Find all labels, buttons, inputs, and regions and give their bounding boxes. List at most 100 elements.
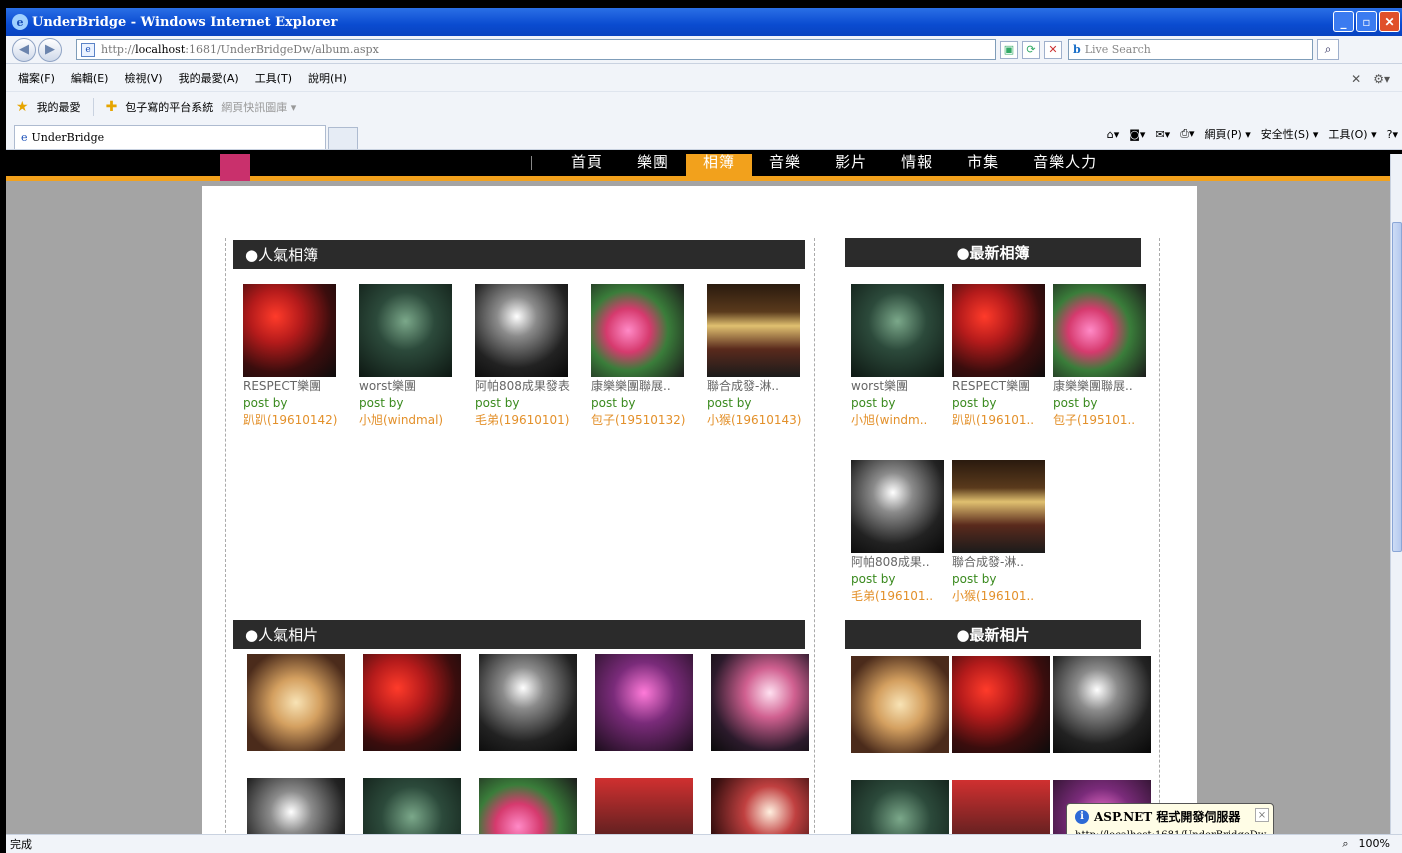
menu-view[interactable]: 檢視(V): [124, 70, 162, 86]
photo-thumbnail[interactable]: [595, 654, 693, 751]
album-author[interactable]: 小旭(windm..: [851, 412, 961, 429]
favorite-link-1[interactable]: 包子寫的平台系統: [125, 99, 213, 115]
favorite-link-2[interactable]: 網頁快訊圖庫 ▾: [221, 99, 296, 115]
photo-thumbnail[interactable]: [363, 778, 461, 834]
add-favorite-icon[interactable]: ✚: [106, 99, 118, 115]
photo-thumbnail[interactable]: [247, 778, 345, 834]
stop-icon[interactable]: ✕: [1044, 40, 1062, 59]
album-name[interactable]: 聯合成發-淋..: [952, 554, 1062, 571]
search-input[interactable]: b Live Search: [1068, 39, 1313, 60]
album-card[interactable]: 康樂樂團聯展.. post by 包子(195101..: [1053, 284, 1163, 429]
photo-thumbnail[interactable]: [479, 654, 577, 751]
site-nav-item[interactable]: 樂團: [620, 154, 686, 178]
album-author[interactable]: 毛弟(196101..: [851, 588, 961, 605]
vertical-scrollbar[interactable]: [1390, 154, 1402, 834]
album-name[interactable]: 康樂樂團聯展..: [591, 378, 701, 395]
album-author[interactable]: 趴趴(19610142): [243, 412, 353, 429]
album-thumbnail[interactable]: [243, 284, 336, 377]
menu-favorites[interactable]: 我的最愛(A): [179, 70, 239, 86]
site-nav-item[interactable]: 情報: [884, 154, 950, 178]
album-card[interactable]: 聯合成發-淋.. post by 小猴(19610143): [707, 284, 817, 429]
album-name[interactable]: RESPECT樂團: [952, 378, 1062, 395]
photo-thumbnail[interactable]: [1053, 656, 1151, 753]
photo-thumbnail[interactable]: [711, 654, 809, 751]
album-thumbnail[interactable]: [359, 284, 452, 377]
album-card[interactable]: 康樂樂團聯展.. post by 包子(19510132): [591, 284, 701, 429]
zoom-level[interactable]: 100%: [1359, 837, 1390, 851]
new-tab-button[interactable]: [328, 127, 358, 149]
favorites-star-icon[interactable]: ★: [16, 99, 29, 115]
site-nav-item[interactable]: 市集: [950, 154, 1016, 178]
photo-thumbnail[interactable]: [363, 654, 461, 751]
photo-thumbnail[interactable]: [479, 778, 577, 834]
page-menu[interactable]: 網頁(P) ▾: [1205, 126, 1251, 142]
album-card[interactable]: RESPECT樂團 post by 趴趴(19610142): [243, 284, 353, 429]
album-thumbnail[interactable]: [851, 284, 944, 377]
album-author[interactable]: 毛弟(19610101): [475, 412, 585, 429]
photo-thumbnail[interactable]: [952, 656, 1050, 753]
album-thumbnail[interactable]: [1053, 284, 1146, 377]
site-nav-item[interactable]: 首頁: [554, 154, 620, 178]
album-thumbnail[interactable]: [707, 284, 800, 377]
album-author[interactable]: 小猴(19610143): [707, 412, 817, 429]
tab-underbridge[interactable]: e UnderBridge: [14, 125, 326, 149]
album-name[interactable]: 康樂樂團聯展..: [1053, 378, 1163, 395]
help-icon[interactable]: ?▾: [1387, 128, 1398, 141]
minimize-button[interactable]: _: [1333, 11, 1354, 32]
maximize-button[interactable]: ▫: [1356, 11, 1377, 32]
menu-edit[interactable]: 編輯(E): [71, 70, 109, 86]
album-thumbnail[interactable]: [952, 460, 1045, 553]
album-name[interactable]: 阿帕808成果..: [851, 554, 961, 571]
close-menubar-icon[interactable]: ✕: [1351, 72, 1361, 86]
album-author[interactable]: 小旭(windmal): [359, 412, 469, 429]
album-card[interactable]: worst樂團 post by 小旭(windm..: [851, 284, 961, 429]
album-author[interactable]: 包子(19510132): [591, 412, 701, 429]
album-author[interactable]: 小猴(196101..: [952, 588, 1062, 605]
mail-icon[interactable]: ✉▾: [1155, 128, 1170, 141]
album-name[interactable]: worst樂團: [851, 378, 961, 395]
album-author[interactable]: 趴趴(196101..: [952, 412, 1062, 429]
photo-thumbnail[interactable]: [952, 780, 1050, 834]
album-thumbnail[interactable]: [851, 460, 944, 553]
print-icon[interactable]: ⎙▾: [1180, 127, 1194, 141]
photo-thumbnail[interactable]: [711, 778, 809, 834]
album-name[interactable]: worst樂團: [359, 378, 469, 395]
safety-menu[interactable]: 安全性(S) ▾: [1261, 126, 1319, 142]
site-nav-item[interactable]: 音樂: [752, 154, 818, 178]
menu-file[interactable]: 檔案(F): [18, 70, 55, 86]
album-card[interactable]: 阿帕808成果發表 post by 毛弟(19610101): [475, 284, 585, 429]
scrollbar-thumb[interactable]: [1392, 222, 1402, 552]
balloon-close-button[interactable]: ×: [1255, 808, 1269, 822]
album-name[interactable]: 聯合成發-淋..: [707, 378, 817, 395]
album-thumbnail[interactable]: [952, 284, 1045, 377]
search-icon[interactable]: ⌕: [1317, 39, 1339, 60]
album-card[interactable]: worst樂團 post by 小旭(windmal): [359, 284, 469, 429]
zoom-icon[interactable]: ⌕: [1342, 837, 1348, 851]
close-button[interactable]: ✕: [1379, 11, 1400, 32]
menu-tools[interactable]: 工具(T): [255, 70, 292, 86]
album-thumbnail[interactable]: [591, 284, 684, 377]
refresh-icon[interactable]: ⟳: [1022, 40, 1040, 59]
url-input[interactable]: e http://localhost:1681/UnderBridgeDw/al…: [76, 39, 996, 60]
site-nav-item[interactable]: 音樂人力: [1016, 154, 1114, 178]
album-author[interactable]: 包子(195101..: [1053, 412, 1163, 429]
site-nav-item[interactable]: 相簿: [686, 154, 753, 178]
photo-thumbnail[interactable]: [851, 656, 949, 753]
album-name[interactable]: 阿帕808成果發表: [475, 378, 585, 395]
addons-icon[interactable]: ⚙▾: [1373, 72, 1390, 86]
back-button[interactable]: ◀: [12, 37, 36, 62]
site-nav-item[interactable]: 影片: [818, 154, 884, 178]
compat-view-icon[interactable]: ▣: [1000, 40, 1018, 59]
album-thumbnail[interactable]: [475, 284, 568, 377]
album-name[interactable]: RESPECT樂團: [243, 378, 353, 395]
photo-thumbnail[interactable]: [851, 780, 949, 834]
forward-button[interactable]: ▶: [38, 37, 62, 62]
photo-thumbnail[interactable]: [595, 778, 693, 834]
photo-thumbnail[interactable]: [247, 654, 345, 751]
album-card[interactable]: 阿帕808成果.. post by 毛弟(196101..: [851, 460, 961, 605]
tools-menu[interactable]: 工具(O) ▾: [1328, 126, 1376, 142]
album-card[interactable]: 聯合成發-淋.. post by 小猴(196101..: [952, 460, 1062, 605]
home-icon[interactable]: ⌂▾: [1107, 128, 1120, 141]
album-card[interactable]: RESPECT樂團 post by 趴趴(196101..: [952, 284, 1062, 429]
favorites-button[interactable]: 我的最愛: [37, 99, 81, 115]
